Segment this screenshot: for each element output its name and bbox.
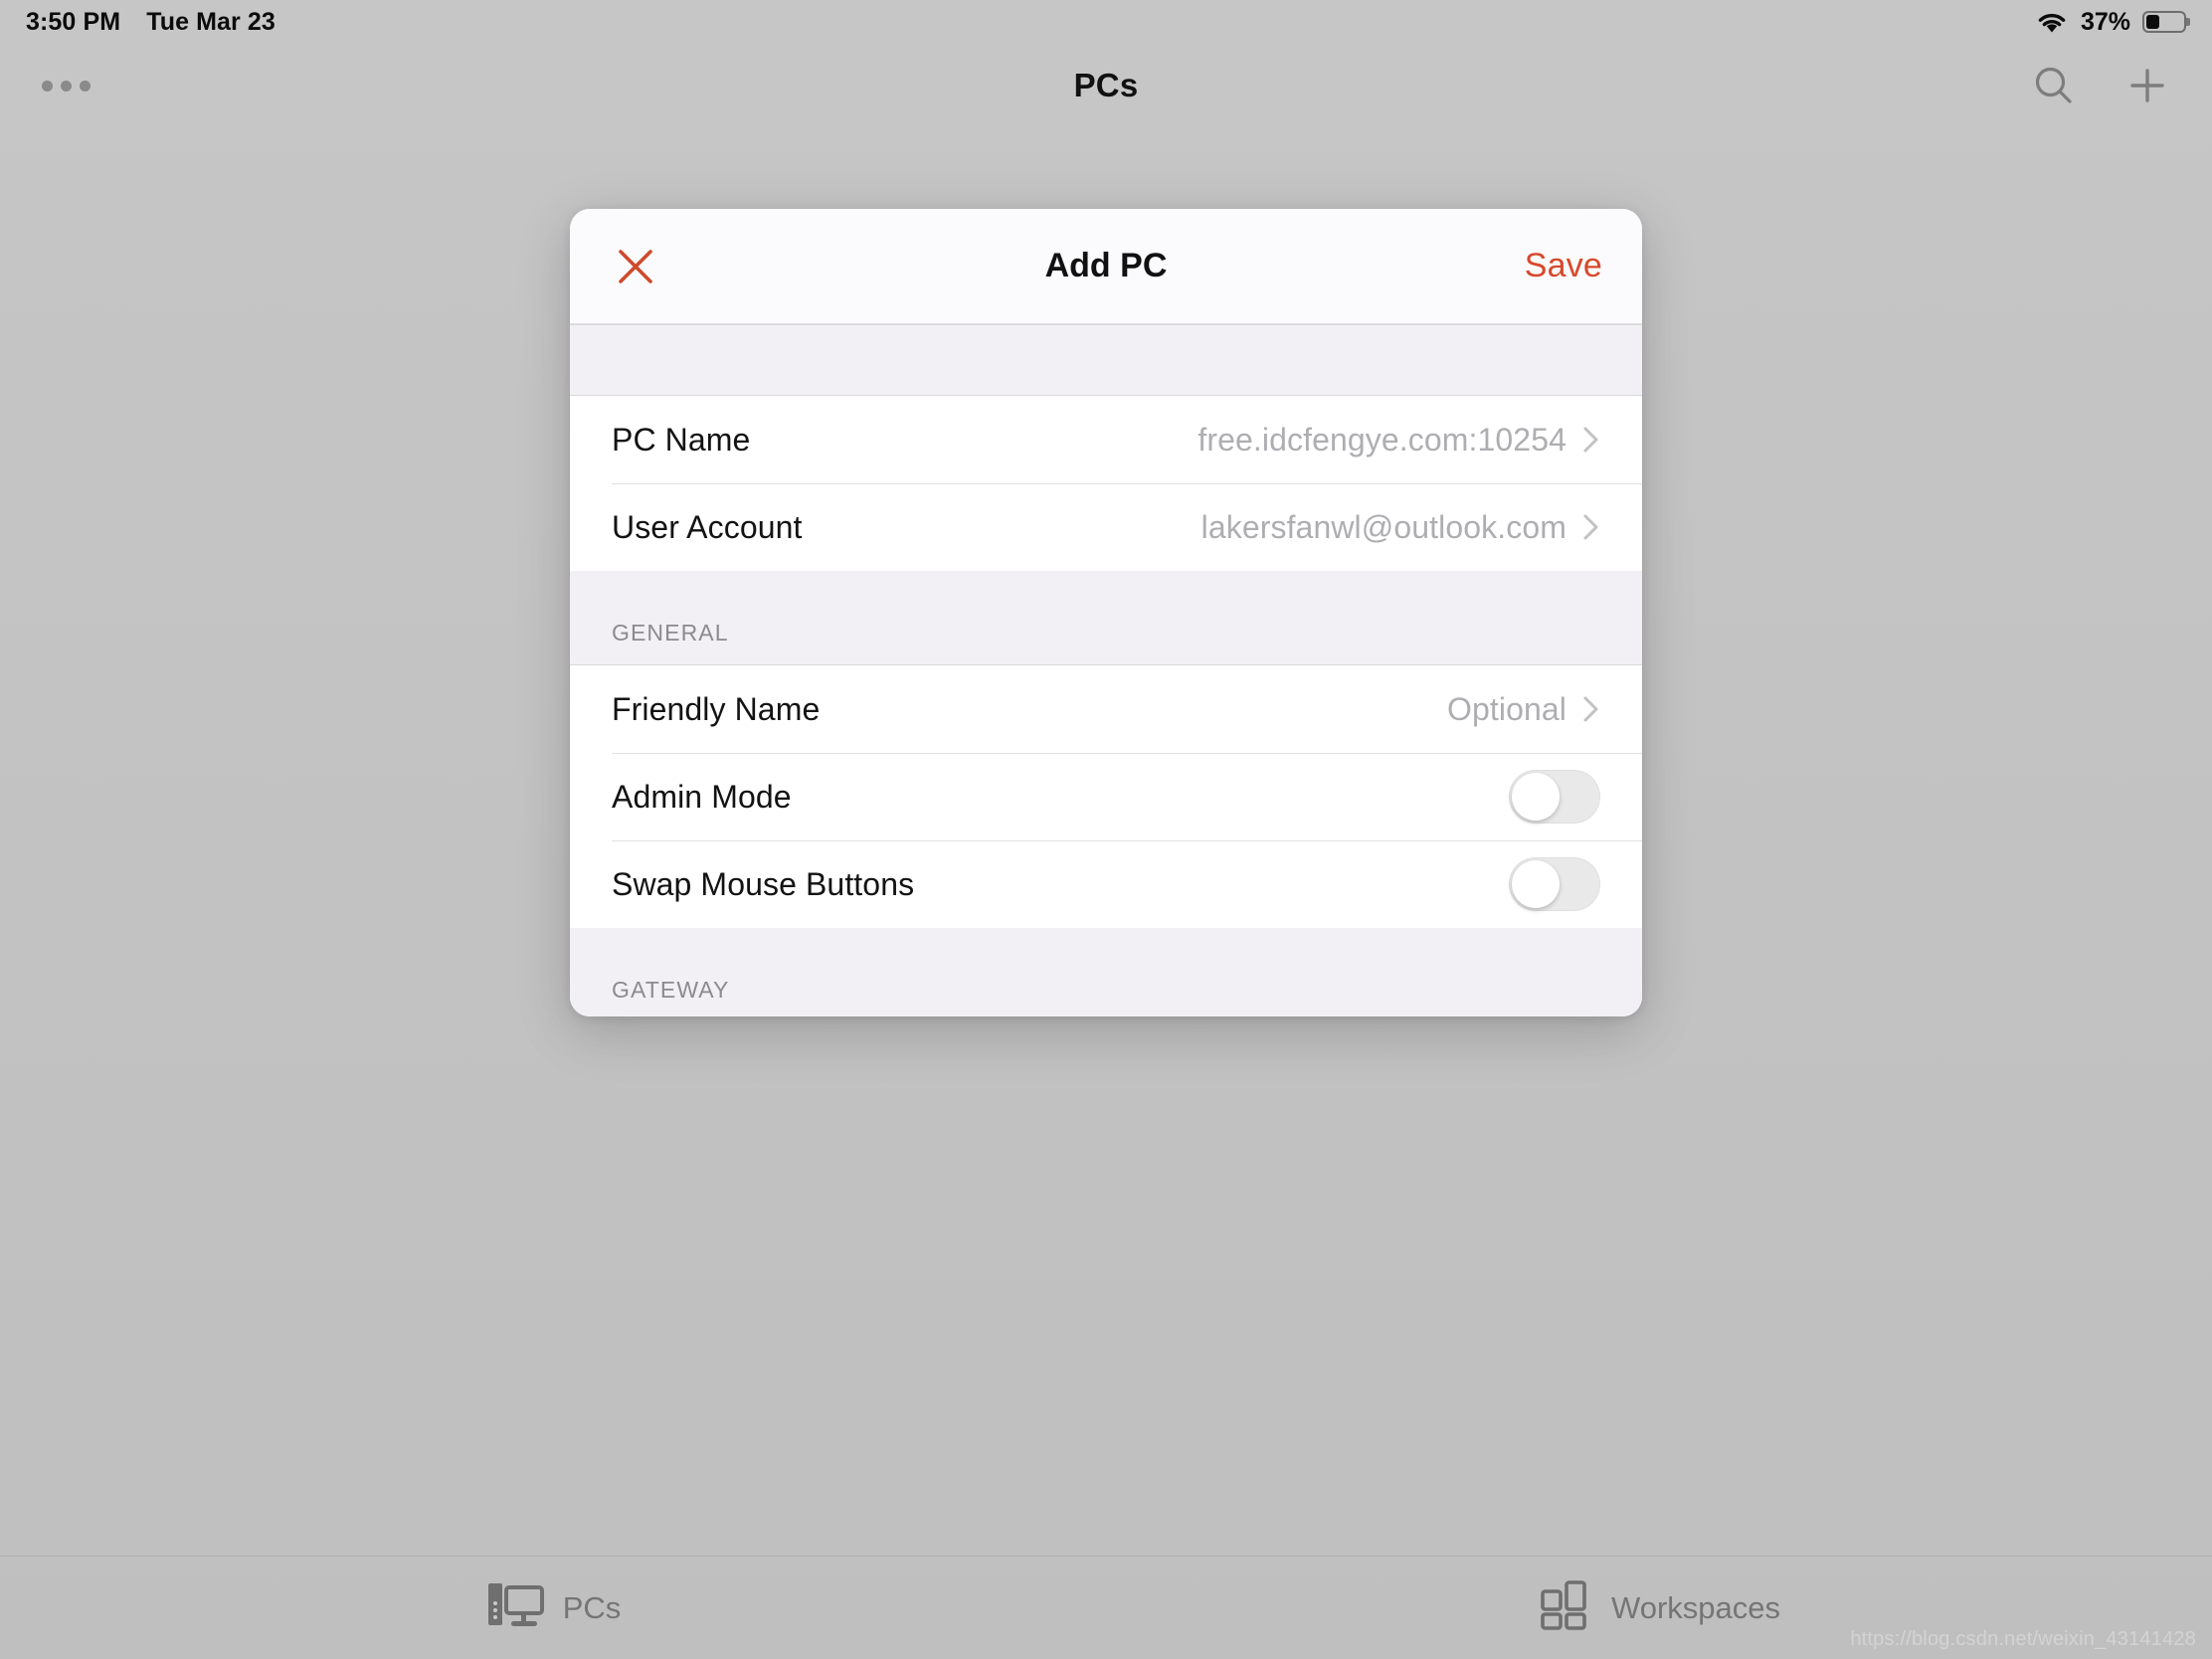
- status-bar-left: 3:50 PM Tue Mar 23: [26, 8, 276, 37]
- row-pc-name[interactable]: PC Name free.idcfengye.com:10254: [570, 396, 1642, 483]
- tab-label: Workspaces: [1611, 1589, 1780, 1625]
- chevron-right-icon: [1582, 512, 1600, 542]
- row-label: Swap Mouse Buttons: [612, 865, 915, 902]
- row-friendly-name[interactable]: Friendly Name Optional: [570, 665, 1642, 753]
- search-icon[interactable]: [2031, 63, 2077, 108]
- page-title: PCs: [1073, 67, 1139, 103]
- section-header-label: GATEWAY: [612, 977, 730, 1003]
- row-value: Optional: [1447, 690, 1567, 727]
- section-header-label: GENERAL: [612, 620, 729, 645]
- row-user-account[interactable]: User Account lakersfanwl@outlook.com: [570, 483, 1642, 571]
- ipad-screen: 3:50 PM Tue Mar 23 37% PCs Add PC Save P…: [0, 0, 2212, 1659]
- status-bar: 3:50 PM Tue Mar 23 37%: [0, 0, 2212, 44]
- chevron-right-icon: [1582, 694, 1600, 724]
- row-label: User Account: [612, 508, 803, 545]
- close-icon[interactable]: [610, 241, 661, 292]
- tab-label: PCs: [562, 1589, 622, 1625]
- modal-title: Add PC: [1044, 247, 1168, 284]
- section-header-spacer: [570, 324, 1642, 396]
- workspaces-grid-icon: [1538, 1577, 1593, 1638]
- more-horizontal-icon[interactable]: [42, 63, 97, 108]
- watermark: https://blog.csdn.net/weixin_43141428: [1850, 1628, 2196, 1650]
- row-value: free.idcfengye.com:10254: [1198, 421, 1567, 458]
- tab-pcs[interactable]: PCs: [0, 1577, 1106, 1638]
- row-label: PC Name: [612, 421, 751, 458]
- status-time: 3:50 PM: [26, 7, 121, 36]
- row-admin-mode[interactable]: Admin Mode: [570, 753, 1642, 840]
- row-label: Friendly Name: [612, 690, 821, 727]
- modal-body[interactable]: PC Name free.idcfengye.com:10254 User Ac…: [570, 324, 1642, 1016]
- row-swap-mouse-buttons[interactable]: Swap Mouse Buttons: [570, 840, 1642, 928]
- section-header-general: GENERAL: [570, 571, 1642, 665]
- row-label: Admin Mode: [612, 778, 792, 815]
- admin-mode-toggle[interactable]: [1509, 770, 1600, 824]
- desktop-pc-icon: [485, 1577, 545, 1638]
- swap-mouse-buttons-toggle[interactable]: [1509, 857, 1600, 911]
- row-value: lakersfanwl@outlook.com: [1200, 508, 1567, 545]
- section-header-gateway: GATEWAY: [570, 928, 1642, 1016]
- status-bar-right: 37%: [2035, 8, 2186, 37]
- plus-icon[interactable]: [2124, 63, 2170, 108]
- battery-icon: [2142, 11, 2186, 33]
- nav-bar-actions: [2031, 63, 2170, 108]
- chevron-right-icon: [1582, 425, 1600, 455]
- wifi-icon: [2035, 10, 2069, 35]
- add-pc-modal: Add PC Save PC Name free.idcfengye.com:1…: [570, 209, 1642, 1016]
- battery-percent-label: 37%: [2080, 7, 2130, 36]
- nav-bar: PCs: [0, 44, 2212, 127]
- save-button[interactable]: Save: [1525, 247, 1602, 285]
- modal-header: Add PC Save: [570, 209, 1642, 324]
- status-date: Tue Mar 23: [146, 7, 276, 36]
